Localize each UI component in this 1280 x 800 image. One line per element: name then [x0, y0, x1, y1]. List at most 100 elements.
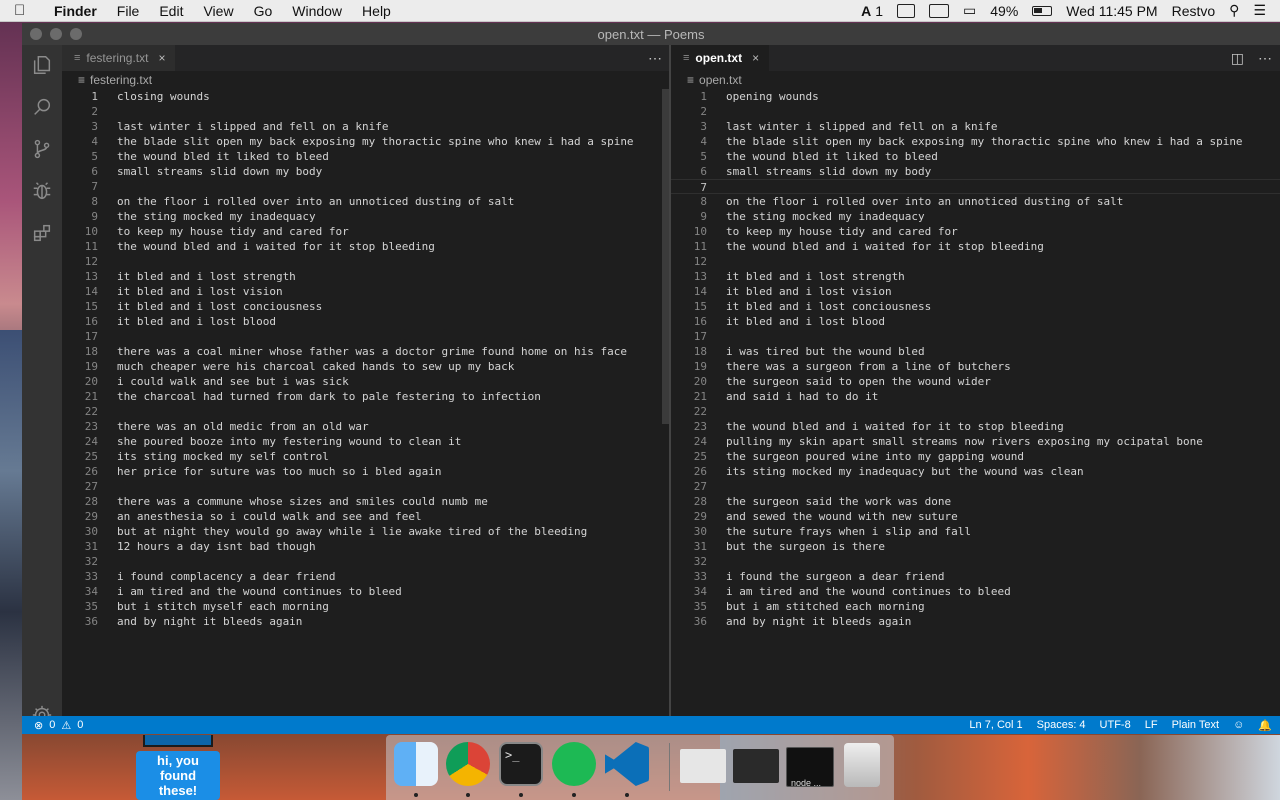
debug-icon[interactable] — [22, 171, 62, 211]
code-editor-left[interactable]: 1 closing wounds 2 3 last winter i slipped a… — [62, 89, 670, 629]
spotify-icon[interactable] — [552, 742, 596, 786]
menu-help[interactable]: Help — [362, 3, 391, 19]
code-line[interactable]: 23 the wound bled and i waited for it to … — [671, 419, 1280, 434]
notification-bell-icon[interactable]: 🔔 — [1258, 719, 1272, 732]
battery-icon[interactable] — [1032, 5, 1053, 16]
code-line[interactable]: 7 — [671, 179, 1280, 194]
code-line[interactable]: 6 small streams slid down my body — [671, 164, 1280, 179]
menu-window[interactable]: Window — [292, 3, 342, 19]
code-line[interactable]: 9 the sting mocked my inadequacy — [62, 209, 670, 224]
code-line[interactable]: 18 i was tired but the wound bled — [671, 344, 1280, 359]
code-line[interactable]: 10 to keep my house tidy and cared for — [62, 224, 670, 239]
code-line[interactable]: 15 it bled and i lost conciousness — [671, 299, 1280, 314]
code-line[interactable]: 33 i found complacency a dear friend — [62, 569, 670, 584]
code-line[interactable]: 17 — [671, 329, 1280, 344]
code-line[interactable]: 1 opening wounds — [671, 89, 1280, 104]
menu-go[interactable]: Go — [254, 3, 273, 19]
code-line[interactable]: 11 the wound bled and i waited for it sto… — [671, 239, 1280, 254]
close-tab-icon[interactable]: × — [158, 51, 165, 65]
code-line[interactable]: 34 i am tired and the wound continues to … — [671, 584, 1280, 599]
close-tab-icon[interactable]: × — [752, 51, 759, 65]
code-line[interactable]: 34 i am tired and the wound continues to … — [62, 584, 670, 599]
menu-app-name[interactable]: Finder — [54, 3, 97, 19]
code-line[interactable]: 25 its sting mocked my self control — [62, 449, 670, 464]
code-line[interactable]: 10 to keep my house tidy and cared for — [671, 224, 1280, 239]
breadcrumb-file[interactable]: festering.txt — [90, 73, 152, 87]
code-line[interactable]: 19 much cheaper were his charcoal caked h… — [62, 359, 670, 374]
indentation[interactable]: Spaces: 4 — [1037, 719, 1086, 731]
code-line[interactable]: 27 — [671, 479, 1280, 494]
code-line[interactable]: 14 it bled and i lost vision — [671, 284, 1280, 299]
zoom-window-button[interactable] — [70, 28, 82, 40]
code-line[interactable]: 17 — [62, 329, 670, 344]
minimize-window-button[interactable] — [50, 28, 62, 40]
code-line[interactable]: 23 there was an old medic from an old war — [62, 419, 670, 434]
terminal-window-thumbnail[interactable]: node ... — [786, 747, 834, 788]
more-actions-icon[interactable]: ⋯ — [1258, 50, 1272, 67]
menu-file[interactable]: File — [117, 3, 140, 19]
code-line[interactable]: 21 the charcoal had turned from dark to p… — [62, 389, 670, 404]
close-window-button[interactable] — [30, 28, 42, 40]
code-line[interactable]: 32 — [671, 554, 1280, 569]
code-line[interactable]: 36 and by night it bleeds again — [62, 614, 670, 629]
code-line[interactable]: 24 she poured booze into my festering wou… — [62, 434, 670, 449]
code-line[interactable]: 26 its sting mocked my inadequacy but the… — [671, 464, 1280, 479]
code-line[interactable]: 31 but the surgeon is there — [671, 539, 1280, 554]
code-line[interactable]: 5 the wound bled it liked to bleed — [62, 149, 670, 164]
code-line[interactable]: 35 but i stitch myself each morning — [62, 599, 670, 614]
code-line[interactable]: 31 12 hours a day isnt bad though — [62, 539, 670, 554]
code-line[interactable]: 27 — [62, 479, 670, 494]
code-line[interactable]: 13 it bled and i lost strength — [62, 269, 670, 284]
vscode-icon[interactable] — [605, 742, 649, 786]
tab-open[interactable]: ≡ open.txt × — [671, 45, 771, 71]
code-line[interactable]: 7 — [62, 179, 670, 194]
adobe-icon[interactable]: A1 — [861, 3, 883, 19]
code-line[interactable]: 18 there was a coal miner whose father wa… — [62, 344, 670, 359]
extensions-icon[interactable] — [22, 213, 62, 253]
language-mode[interactable]: Plain Text — [1172, 719, 1220, 731]
code-line[interactable]: 3 last winter i slipped and fell on a kni… — [62, 119, 670, 134]
code-line[interactable]: 2 — [671, 104, 1280, 119]
battery-percent[interactable]: 49% — [990, 3, 1018, 19]
code-line[interactable]: 2 — [62, 104, 670, 119]
code-line[interactable]: 3 last winter i slipped and fell on a kni… — [671, 119, 1280, 134]
code-line[interactable]: 28 the surgeon said the work was done — [671, 494, 1280, 509]
code-line[interactable]: 26 her price for suture was too much so i… — [62, 464, 670, 479]
code-line[interactable]: 11 the wound bled and i waited for it sto… — [62, 239, 670, 254]
code-line[interactable]: 8 on the floor i rolled over into an unno… — [62, 194, 670, 209]
spotify-window-thumbnail[interactable] — [733, 749, 779, 783]
code-line[interactable]: 13 it bled and i lost strength — [671, 269, 1280, 284]
code-line[interactable]: 5 the wound bled it liked to bleed — [671, 149, 1280, 164]
code-line[interactable]: 25 the surgeon poured wine into my gappin… — [671, 449, 1280, 464]
line-ending[interactable]: LF — [1145, 719, 1158, 731]
code-line[interactable]: 28 there was a commune whose sizes and sm… — [62, 494, 670, 509]
notification-center-icon[interactable]: ☰ — [1253, 2, 1266, 19]
code-line[interactable]: 22 — [62, 404, 670, 419]
code-line[interactable]: 8 on the floor i rolled over into an unno… — [671, 194, 1280, 209]
user-name[interactable]: Restvo — [1172, 3, 1216, 19]
code-line[interactable]: 1 closing wounds — [62, 89, 670, 104]
breadcrumb-file[interactable]: open.txt — [699, 73, 742, 87]
code-line[interactable]: 30 but at night they would go away while … — [62, 524, 670, 539]
code-line[interactable]: 29 an anesthesia so i could walk and see … — [62, 509, 670, 524]
code-line[interactable]: 20 i could walk and see but i was sick — [62, 374, 670, 389]
airplay-icon[interactable]: ▭ — [963, 2, 976, 19]
clock[interactable]: Wed 11:45 PM — [1066, 3, 1157, 19]
tab-festering[interactable]: ≡ festering.txt × — [62, 45, 177, 71]
finder-icon[interactable] — [394, 742, 438, 786]
code-line[interactable]: 9 the sting mocked my inadequacy — [671, 209, 1280, 224]
feedback-smiley-icon[interactable]: ☺ — [1233, 719, 1244, 731]
code-line[interactable]: 15 it bled and i lost conciousness — [62, 299, 670, 314]
code-line[interactable]: 16 it bled and i lost blood — [671, 314, 1280, 329]
bbedit-icon[interactable] — [897, 3, 916, 18]
code-line[interactable]: 12 — [62, 254, 670, 269]
code-line[interactable]: 16 it bled and i lost blood — [62, 314, 670, 329]
code-line[interactable]: 14 it bled and i lost vision — [62, 284, 670, 299]
encoding[interactable]: UTF-8 — [1100, 719, 1131, 731]
code-line[interactable]: 22 — [671, 404, 1280, 419]
code-editor-right[interactable]: 1 opening wounds 2 3 last winter i slipped a… — [671, 89, 1280, 629]
code-line[interactable]: 24 pulling my skin apart small streams no… — [671, 434, 1280, 449]
apple-menu-icon[interactable]:  — [14, 2, 36, 19]
keyboard-icon[interactable] — [929, 3, 950, 18]
spotlight-search-icon[interactable]: ⚲ — [1229, 2, 1239, 19]
